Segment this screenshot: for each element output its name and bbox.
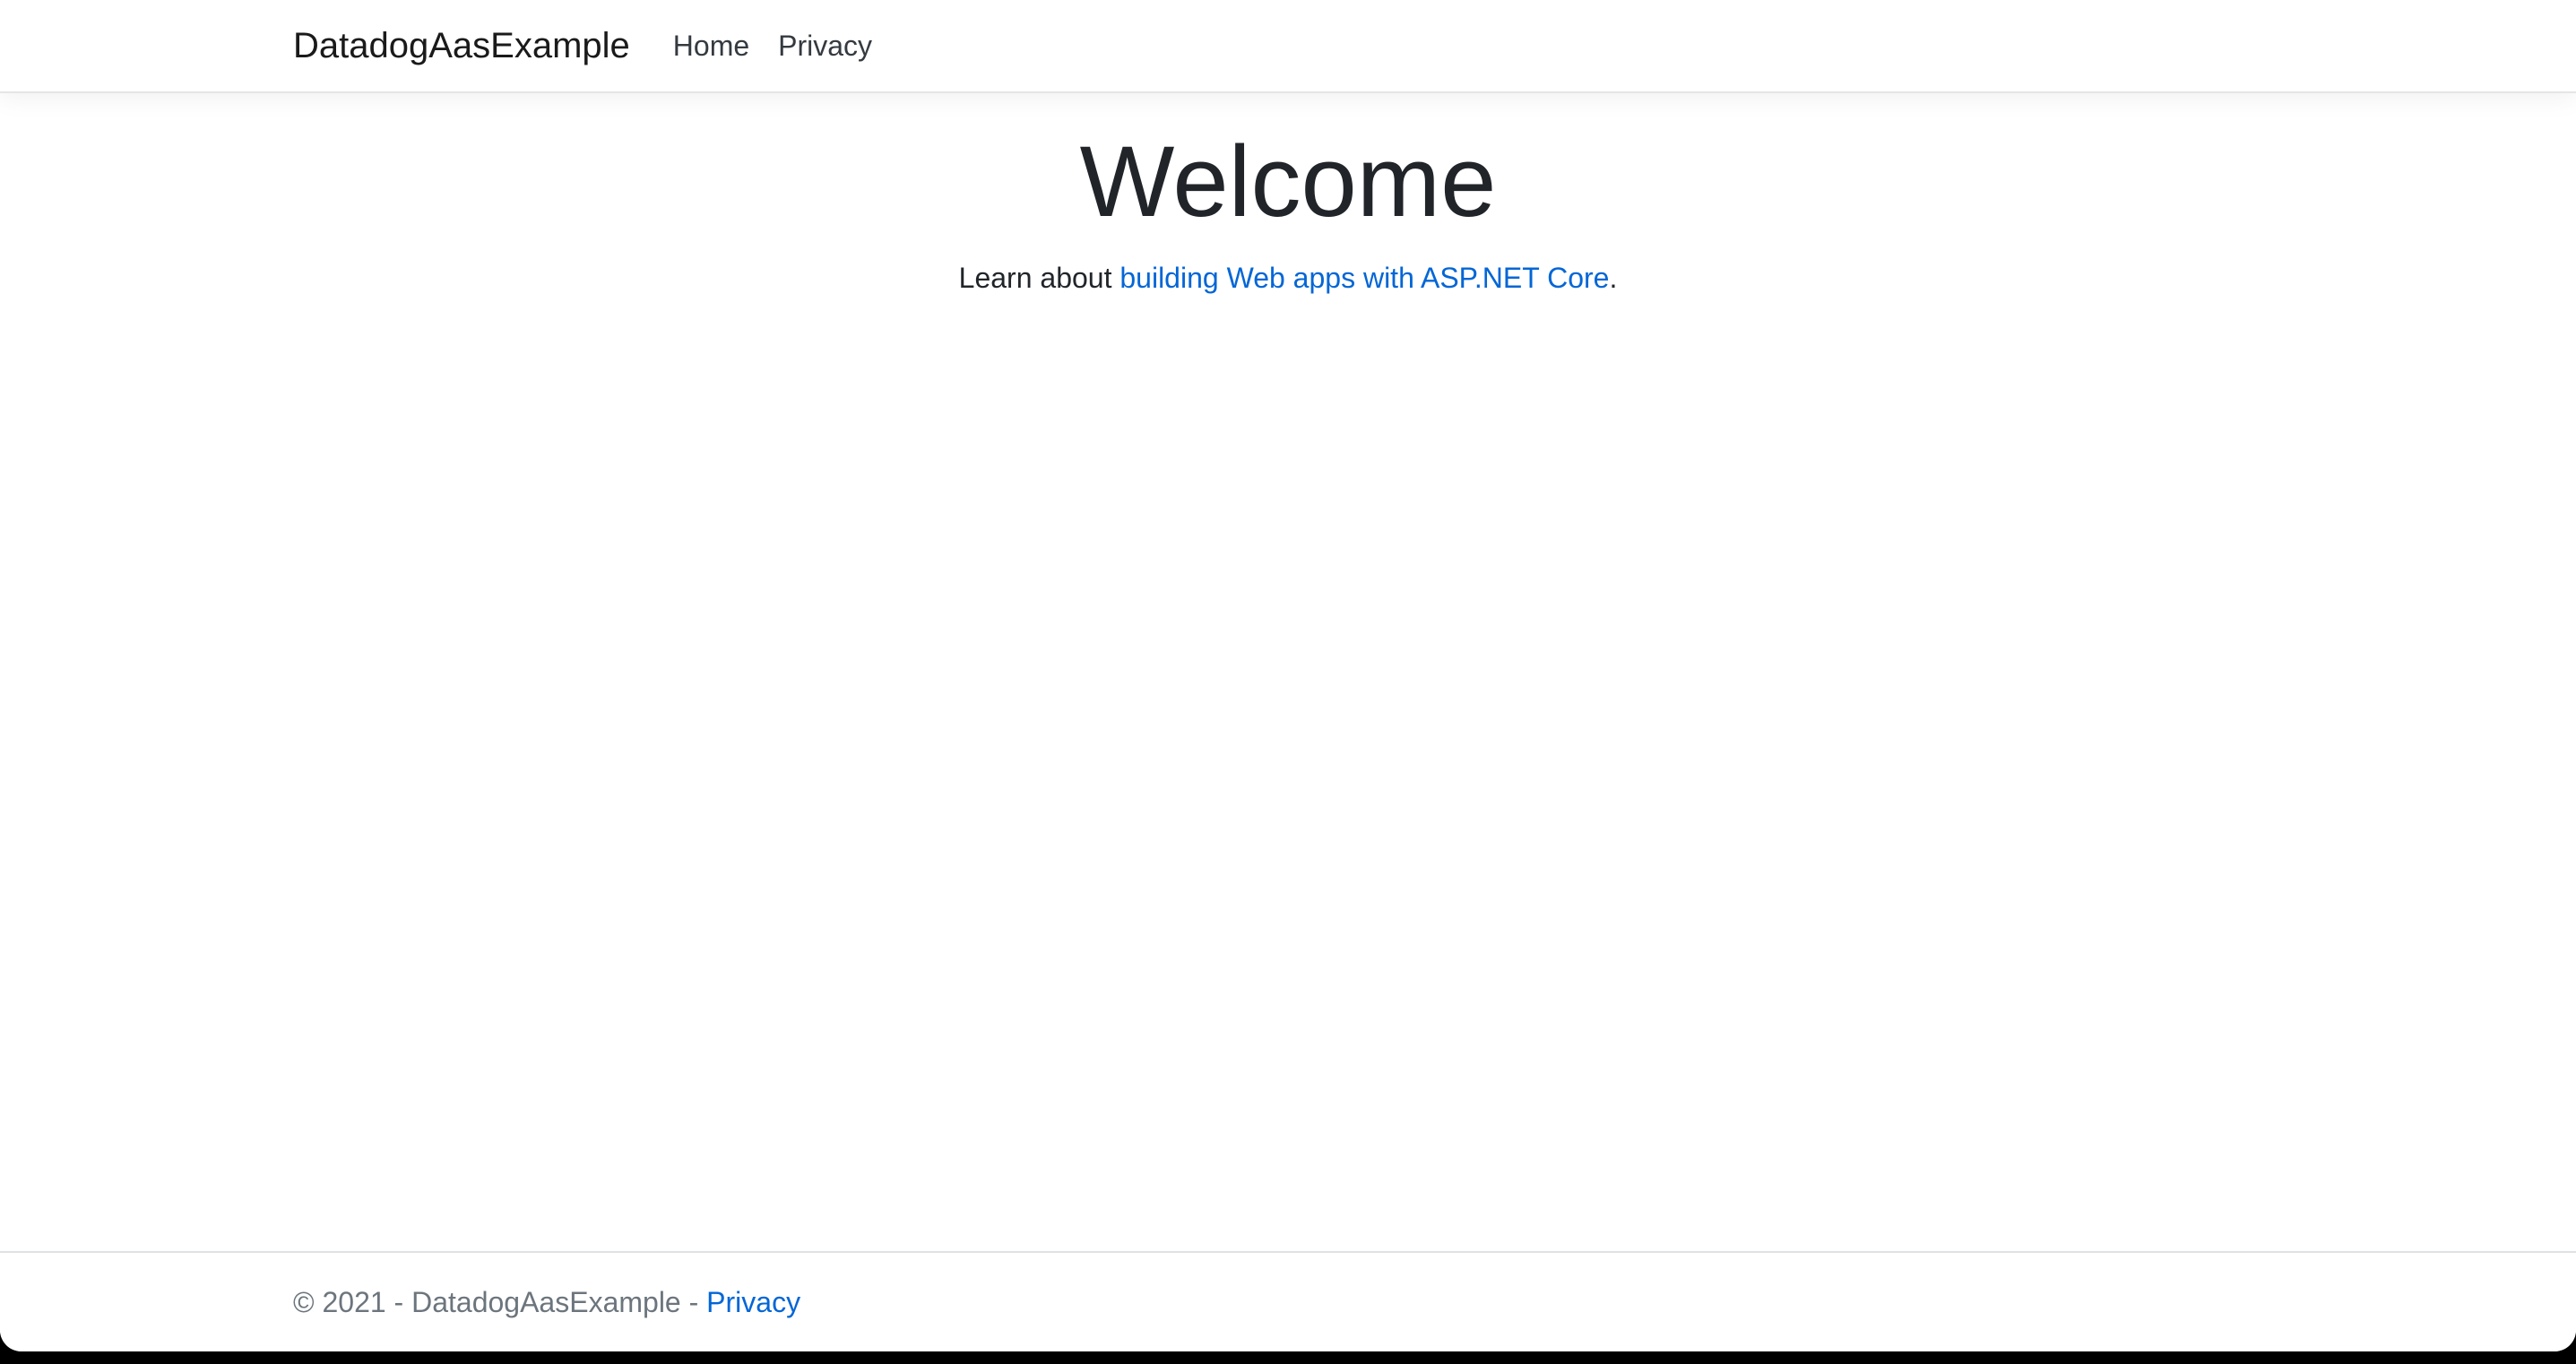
intro-suffix: . — [1609, 262, 1617, 294]
page-footer: © 2021 - DatadogAasExample - Privacy — [0, 1251, 2576, 1351]
intro-prefix: Learn about — [959, 262, 1120, 294]
aspnet-core-link[interactable]: building Web apps with ASP.NET Core — [1119, 262, 1609, 294]
nav-link-home[interactable]: Home — [659, 15, 764, 77]
navbar-brand-link[interactable]: DatadogAasExample — [293, 26, 630, 65]
navbar-links: Home Privacy — [659, 15, 886, 77]
nav-link-privacy[interactable]: Privacy — [764, 15, 886, 77]
top-navbar: DatadogAasExample Home Privacy — [0, 0, 2576, 93]
footer-privacy-link[interactable]: Privacy — [706, 1286, 800, 1318]
welcome-heading: Welcome — [293, 122, 2283, 242]
copyright-text: © 2021 - DatadogAasExample - — [293, 1286, 706, 1318]
browser-page: DatadogAasExample Home Privacy Welcome L… — [0, 0, 2576, 1351]
main-content: Welcome Learn about building Web apps wi… — [266, 93, 2310, 299]
intro-text: Learn about building Web apps with ASP.N… — [293, 256, 2283, 299]
